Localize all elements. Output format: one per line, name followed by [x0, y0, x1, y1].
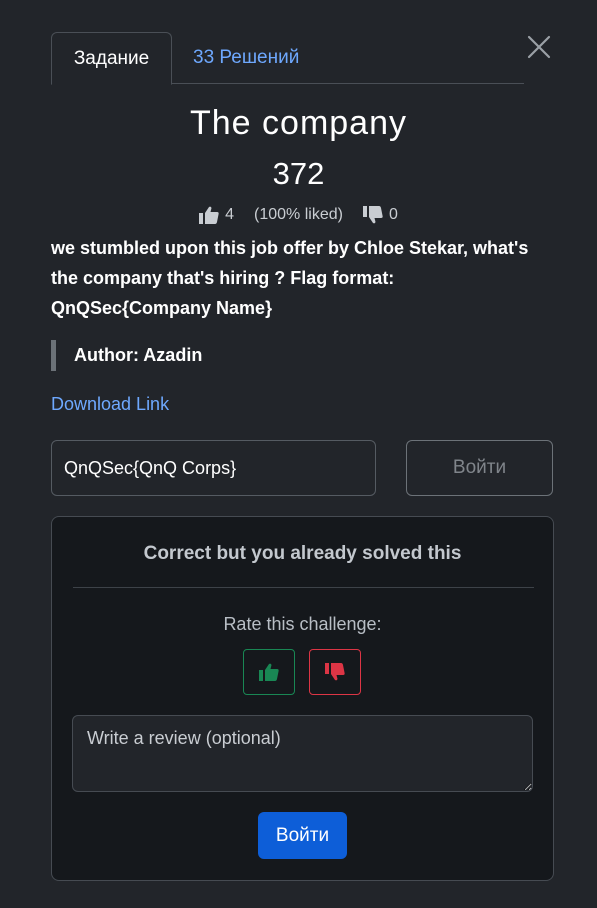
liked-percent: (100% liked) [254, 206, 343, 223]
challenge-description: we stumbled upon this job offer by Chloe… [51, 238, 529, 318]
vote-up-button[interactable] [243, 649, 295, 695]
thumbs-up-icon [259, 663, 279, 681]
divider [73, 587, 534, 588]
tab-bar: Задание 33 Решений [51, 32, 524, 85]
rating-summary: 4 (100% liked) 0 [0, 206, 597, 224]
vote-down-button[interactable] [309, 649, 361, 695]
close-icon [527, 35, 551, 59]
rate-label: Rate this challenge: [223, 614, 382, 634]
thumbs-up-icon [199, 206, 219, 224]
tab-solves[interactable]: 33 Решений [193, 32, 299, 84]
thumbs-down-icon [362, 206, 383, 224]
challenge-modal: Задание 33 Решений The company 372 4 (10… [0, 0, 597, 908]
dislikes-count: 0 [388, 206, 398, 223]
flag-input[interactable] [51, 440, 376, 496]
submit-flag-button[interactable]: Войти [406, 440, 553, 496]
result-message: Correct but you already solved this [143, 543, 462, 564]
tab-challenge[interactable]: Задание [51, 32, 172, 85]
submit-review-button[interactable]: Войти [258, 812, 347, 859]
result-panel: Correct but you already solved this Rate… [51, 516, 554, 881]
likes-count: 4 [225, 206, 235, 223]
thumbs-down-icon [325, 663, 345, 681]
close-button[interactable] [526, 34, 552, 60]
challenge-title: The company [190, 104, 407, 142]
download-link[interactable]: Download Link [51, 394, 169, 415]
author-quote: Author: Azadin [51, 340, 202, 371]
review-textarea[interactable] [72, 715, 533, 792]
challenge-points: 372 [272, 156, 325, 191]
